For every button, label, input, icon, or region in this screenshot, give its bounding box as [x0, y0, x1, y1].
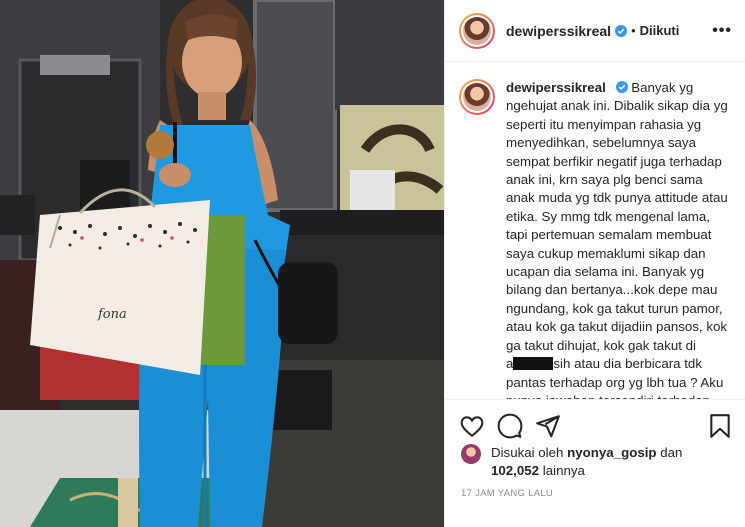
caption-text: dewiperssikreal Banyak yg ngehujat anak … [506, 79, 732, 399]
caption-body: Banyak yg ngehujat anak ini. Dibalik sik… [506, 80, 728, 353]
actions-divider [445, 399, 745, 400]
bookmark-icon[interactable] [707, 413, 733, 439]
liker-avatar[interactable] [461, 444, 481, 464]
post-photo[interactable]: fona [0, 0, 444, 527]
comment-icon[interactable] [497, 413, 523, 439]
author-avatar[interactable] [459, 12, 495, 49]
heart-icon[interactable] [459, 413, 485, 439]
separator-dot: • [631, 23, 636, 38]
author-username[interactable]: dewiperssikreal [506, 23, 611, 39]
post-header: dewiperssikreal • Diikuti ••• [445, 0, 745, 62]
caption-avatar[interactable] [459, 79, 495, 115]
verified-badge-icon [615, 24, 628, 37]
caption-username[interactable]: dewiperssikreal [506, 80, 606, 95]
post-side-panel: dewiperssikreal • Diikuti ••• dewiperssi… [444, 0, 745, 527]
svg-text:fona: fona [97, 307, 127, 322]
likes-text: Disukai oleh nyonya_gosip dan 102,052 la… [491, 444, 682, 480]
verified-badge-icon [615, 81, 628, 93]
redaction-bar [513, 357, 554, 371]
likes-prefix: Disukai oleh [491, 445, 564, 460]
caption-redacted-prefix: a [506, 356, 514, 372]
instagram-post: fona dewiperssikreal • Diikuti ••• dewip… [0, 0, 745, 527]
caption-scroll-area[interactable]: dewiperssikreal Banyak yg ngehujat anak … [445, 63, 745, 399]
liker-username[interactable]: nyonya_gosip [567, 445, 656, 460]
post-photo-illustration: fona [0, 0, 444, 527]
follow-status-button[interactable]: Diikuti [640, 23, 680, 38]
likes-suffix: lainnya [542, 463, 585, 478]
action-bar [445, 405, 745, 445]
likes-conjunction: dan [660, 445, 683, 460]
share-icon[interactable] [535, 413, 561, 439]
post-timestamp[interactable]: 17 JAM YANG LALU [461, 488, 553, 499]
more-options-button[interactable]: ••• [712, 22, 732, 40]
likes-summary: Disukai oleh nyonya_gosip dan 102,052 la… [461, 444, 682, 480]
likes-count[interactable]: 102,052 [491, 463, 539, 478]
caption: dewiperssikreal Banyak yg ngehujat anak … [459, 79, 732, 399]
